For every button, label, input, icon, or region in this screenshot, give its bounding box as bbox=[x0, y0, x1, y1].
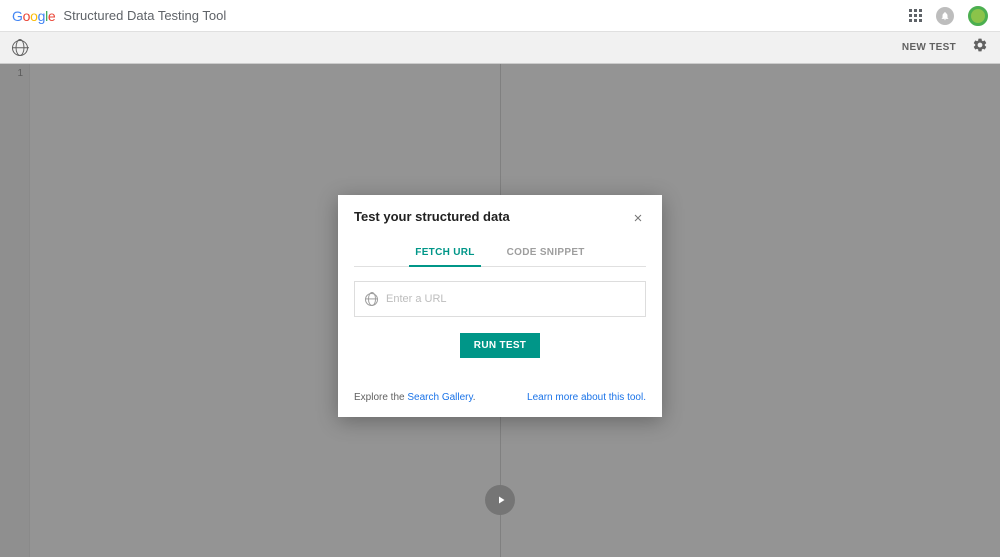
modal-header: Test your structured data bbox=[338, 195, 662, 241]
tab-code-snippet[interactable]: CODE SNIPPET bbox=[503, 241, 589, 266]
toolbar-left bbox=[12, 40, 28, 56]
globe-icon bbox=[365, 293, 378, 306]
run-play-button[interactable] bbox=[485, 485, 515, 515]
apps-icon[interactable] bbox=[909, 9, 922, 22]
learn-more-link[interactable]: Learn more about this tool. bbox=[527, 392, 646, 403]
search-gallery-link[interactable]: Search Gallery bbox=[407, 392, 472, 403]
modal-tabs: FETCH URL CODE SNIPPET bbox=[354, 241, 646, 267]
header-right bbox=[909, 6, 988, 26]
modal-body: RUN TEST bbox=[338, 267, 662, 380]
run-button-wrap: RUN TEST bbox=[354, 317, 646, 366]
google-logo: Google bbox=[12, 8, 55, 24]
header-left: Google Structured Data Testing Tool bbox=[12, 8, 226, 24]
modal-title: Test your structured data bbox=[354, 209, 510, 224]
toolbar: NEW TEST bbox=[0, 32, 1000, 64]
notifications-icon[interactable] bbox=[936, 7, 954, 25]
app-title: Structured Data Testing Tool bbox=[63, 8, 226, 23]
url-input-wrap bbox=[354, 281, 646, 317]
top-header: Google Structured Data Testing Tool bbox=[0, 0, 1000, 32]
test-modal: Test your structured data FETCH URL CODE… bbox=[338, 195, 662, 417]
explore-suffix: . bbox=[473, 392, 476, 403]
toolbar-right: NEW TEST bbox=[902, 37, 988, 58]
close-icon[interactable] bbox=[630, 209, 646, 231]
footer-learn-more: Learn more about this tool. bbox=[527, 392, 646, 403]
run-test-button[interactable]: RUN TEST bbox=[460, 333, 540, 358]
avatar[interactable] bbox=[968, 6, 988, 26]
url-input[interactable] bbox=[386, 293, 635, 305]
footer-explore: Explore the Search Gallery. bbox=[354, 392, 476, 403]
new-test-button[interactable]: NEW TEST bbox=[902, 42, 956, 53]
globe-icon[interactable] bbox=[12, 40, 28, 56]
explore-prefix: Explore the bbox=[354, 392, 407, 403]
gear-icon[interactable] bbox=[972, 37, 988, 58]
modal-footer: Explore the Search Gallery. Learn more a… bbox=[338, 380, 662, 417]
tab-fetch-url[interactable]: FETCH URL bbox=[411, 241, 478, 266]
